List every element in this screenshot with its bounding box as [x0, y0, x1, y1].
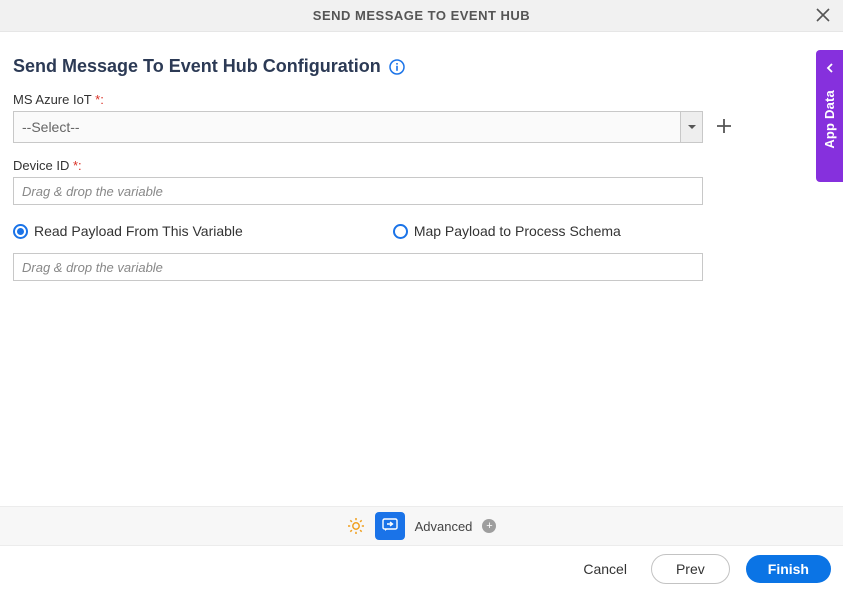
dialog-title: SEND MESSAGE TO EVENT HUB: [313, 8, 530, 23]
footer-toolbar: Advanced +: [0, 506, 843, 546]
page-title: Send Message To Event Hub Configuration: [13, 56, 381, 77]
device-label: Device ID *:: [13, 158, 82, 173]
plus-icon: [715, 117, 733, 138]
close-icon: [816, 8, 830, 25]
plus-circle-icon: +: [486, 521, 492, 532]
radio-read-from-variable[interactable]: Read Payload From This Variable: [13, 223, 243, 239]
device-field-group: Device ID *:: [13, 157, 830, 205]
radio-read-label: Read Payload From This Variable: [34, 223, 243, 239]
gear-icon: [347, 522, 365, 538]
chevron-down-icon: [680, 112, 702, 142]
dialog-header: SEND MESSAGE TO EVENT HUB: [0, 0, 843, 32]
radio-unchecked-icon: [393, 224, 408, 239]
azure-select-value: --Select--: [22, 119, 80, 135]
device-id-input[interactable]: [13, 177, 703, 205]
payload-variable-input[interactable]: [13, 253, 703, 281]
payload-radio-group: Read Payload From This Variable Map Payl…: [13, 223, 830, 239]
azure-select[interactable]: --Select--: [13, 111, 703, 143]
add-azure-button[interactable]: [713, 116, 735, 138]
radio-checked-icon: [13, 224, 28, 239]
cancel-button[interactable]: Cancel: [575, 555, 635, 583]
azure-label-text: MS Azure IoT: [13, 92, 95, 107]
device-label-text: Device ID: [13, 158, 73, 173]
advanced-expand-button[interactable]: +: [482, 519, 496, 533]
page-title-row: Send Message To Event Hub Configuration: [13, 56, 830, 77]
message-tool-button[interactable]: [375, 512, 405, 540]
app-data-label: App Data: [822, 90, 837, 149]
app-data-sidebar-tab[interactable]: App Data: [816, 50, 843, 182]
azure-label: MS Azure IoT *:: [13, 92, 104, 107]
radio-map-process-schema[interactable]: Map Payload to Process Schema: [393, 223, 621, 239]
action-buttons: Cancel Prev Finish: [575, 554, 831, 584]
prev-button[interactable]: Prev: [651, 554, 730, 584]
finish-button[interactable]: Finish: [746, 555, 831, 583]
settings-button[interactable]: [347, 517, 365, 535]
radio-map-label: Map Payload to Process Schema: [414, 223, 621, 239]
advanced-label: Advanced: [415, 519, 473, 534]
content-area: Send Message To Event Hub Configuration …: [0, 32, 843, 281]
required-mark: *:: [95, 92, 104, 107]
azure-field-group: MS Azure IoT *: --Select--: [13, 91, 830, 143]
message-arrow-icon: [382, 517, 398, 536]
info-icon[interactable]: [389, 59, 405, 75]
close-button[interactable]: [811, 4, 835, 28]
chevron-left-icon: [825, 60, 835, 76]
required-mark: *:: [73, 158, 82, 173]
